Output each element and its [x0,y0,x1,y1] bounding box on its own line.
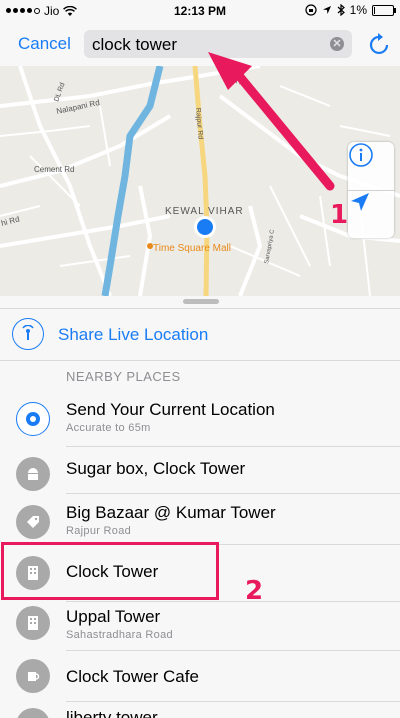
annotation-highlight [1,542,219,600]
annotation-label: 2 [245,576,264,606]
annotation-arrow [208,52,335,191]
annotation-label: 1 [330,200,349,230]
